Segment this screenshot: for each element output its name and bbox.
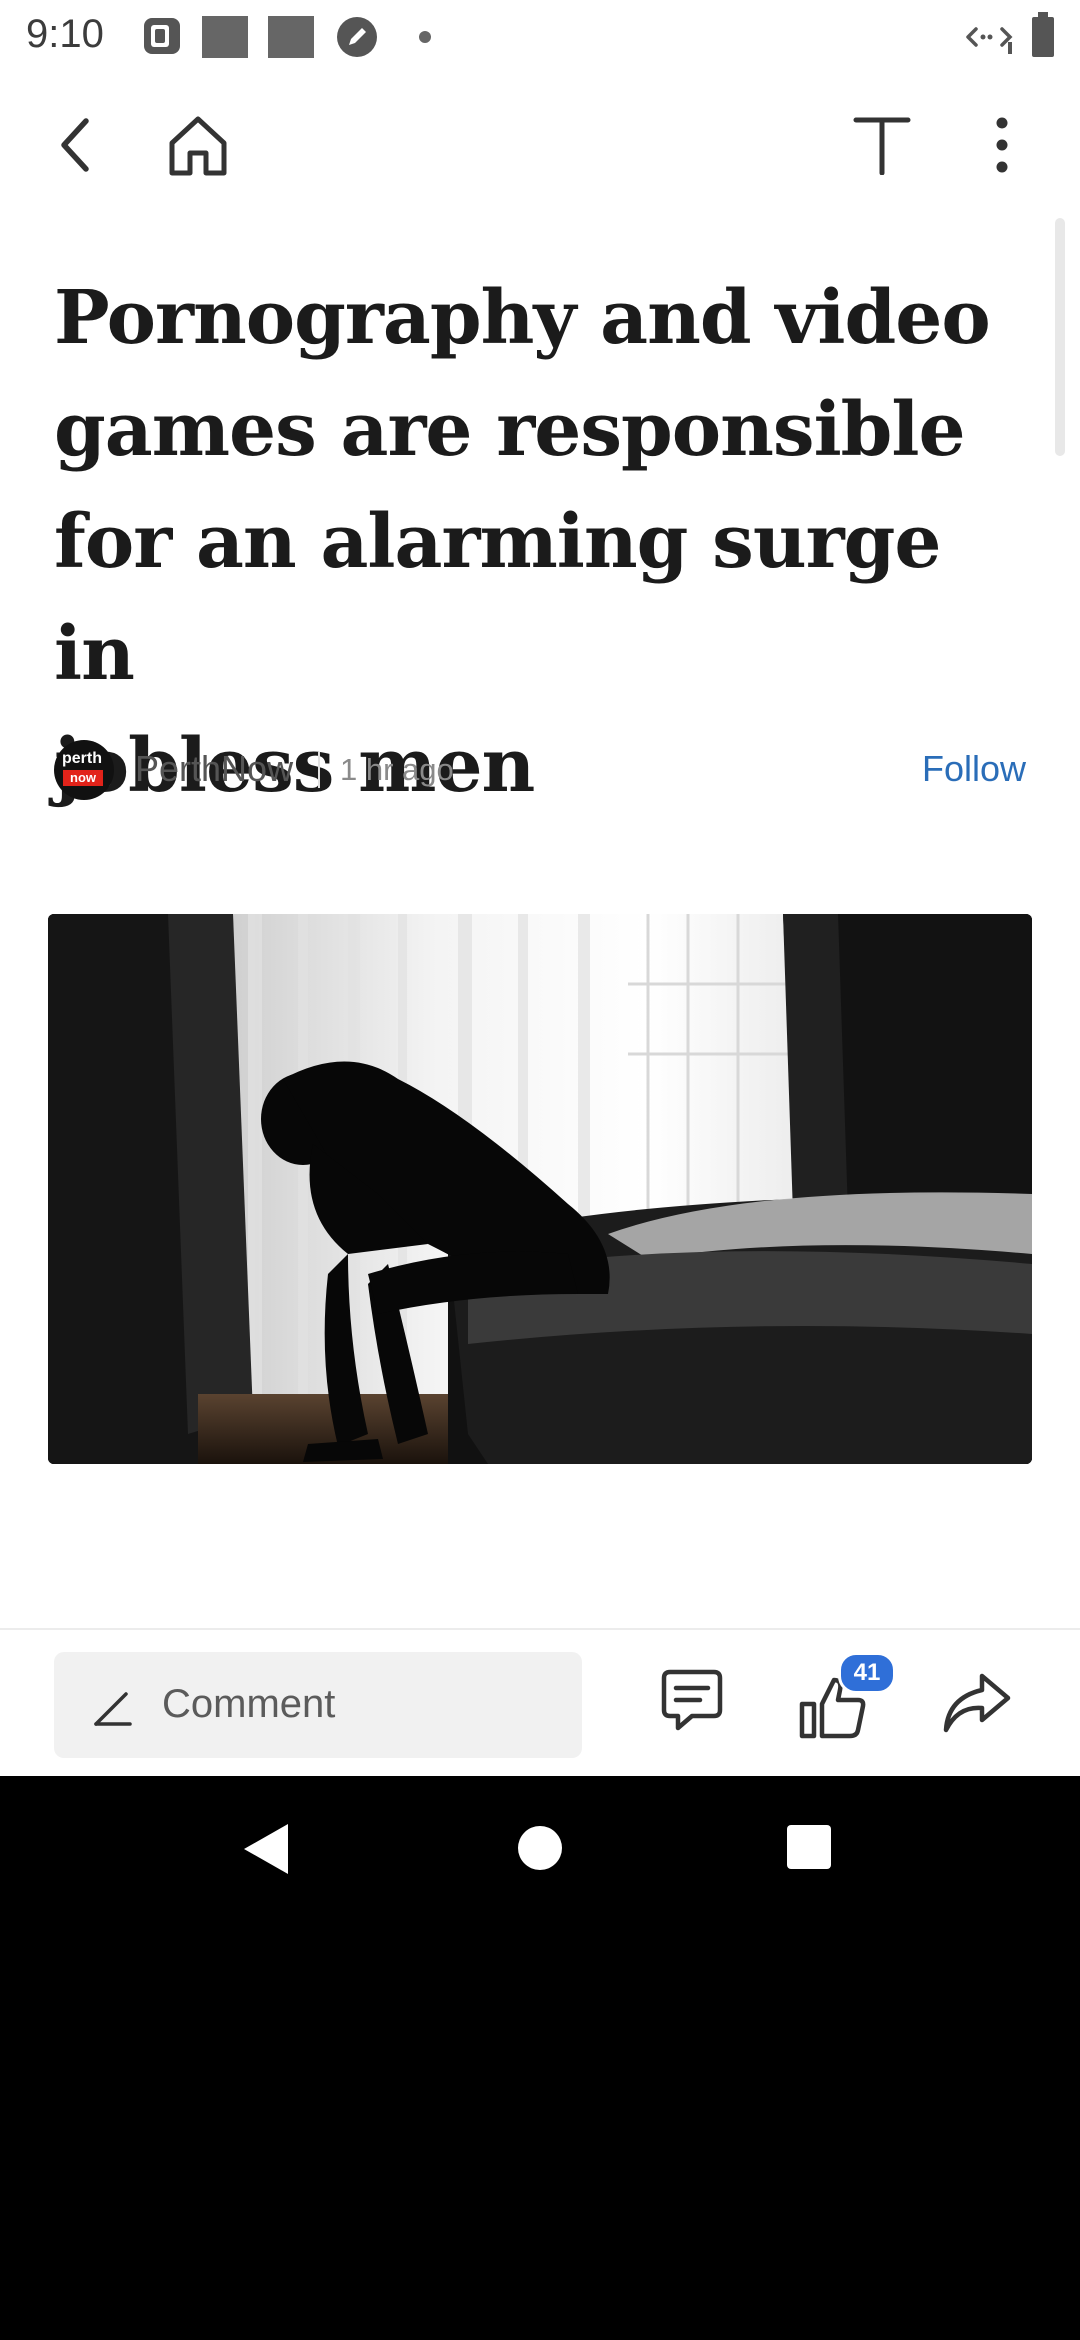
status-time: 9:10 [26, 12, 104, 56]
text-size-icon [853, 117, 911, 175]
headline-line: games are responsible [54, 387, 966, 473]
comment-input[interactable]: Comment [54, 1652, 582, 1758]
nav-home-icon[interactable] [516, 1824, 564, 1872]
home-icon [169, 116, 227, 176]
source-logo-text: perth [62, 750, 102, 767]
image-notification-icon [268, 16, 314, 58]
system-navigation-bar [0, 1776, 1080, 1920]
data-transfer-icon [966, 27, 1013, 54]
pencil-icon [94, 1692, 132, 1726]
back-button[interactable] [26, 90, 126, 200]
share-icon[interactable] [942, 1670, 1012, 1734]
status-bar: 9:10 [0, 0, 1080, 72]
headline-line: for an alarming surge in [54, 499, 941, 697]
text-size-button[interactable] [832, 90, 932, 200]
image-notification-icon [202, 16, 248, 58]
comment-placeholder: Comment [162, 1682, 336, 1726]
more-options-button[interactable] [952, 90, 1052, 200]
source-name[interactable]: PerthNow [135, 748, 293, 790]
source-logo-badge: now [63, 770, 103, 786]
publish-time: 1 hr ago [340, 752, 454, 787]
article-photo [48, 914, 1032, 1464]
comments-icon[interactable] [660, 1666, 724, 1732]
news-app-notification-icon [144, 18, 180, 54]
byline: perth now PerthNow 1 hr ago Follow [54, 738, 1034, 802]
like-count-badge: 41 [838, 1652, 896, 1694]
battery-icon [1032, 12, 1054, 57]
chevron-left-icon [61, 118, 89, 172]
source-logo[interactable]: perth now [54, 740, 114, 800]
scrollbar-thumb[interactable] [1055, 218, 1065, 456]
home-button[interactable] [148, 90, 248, 200]
edit-notification-icon [337, 17, 377, 57]
article-action-bar: Comment 41 [0, 1628, 1080, 1776]
more-vertical-icon [996, 117, 1008, 173]
byline-divider [318, 752, 320, 788]
more-notifications-dot-icon [419, 31, 431, 43]
article-screen: 9:10 Pornography and video games are res… [0, 0, 1080, 1776]
headline-line: Pornography and video [54, 275, 991, 361]
article-image[interactable] [48, 914, 1032, 1464]
top-toolbar [0, 90, 1080, 200]
nav-back-icon[interactable] [240, 1822, 292, 1876]
follow-button[interactable]: Follow [922, 748, 1026, 790]
nav-recents-icon[interactable] [786, 1824, 832, 1870]
